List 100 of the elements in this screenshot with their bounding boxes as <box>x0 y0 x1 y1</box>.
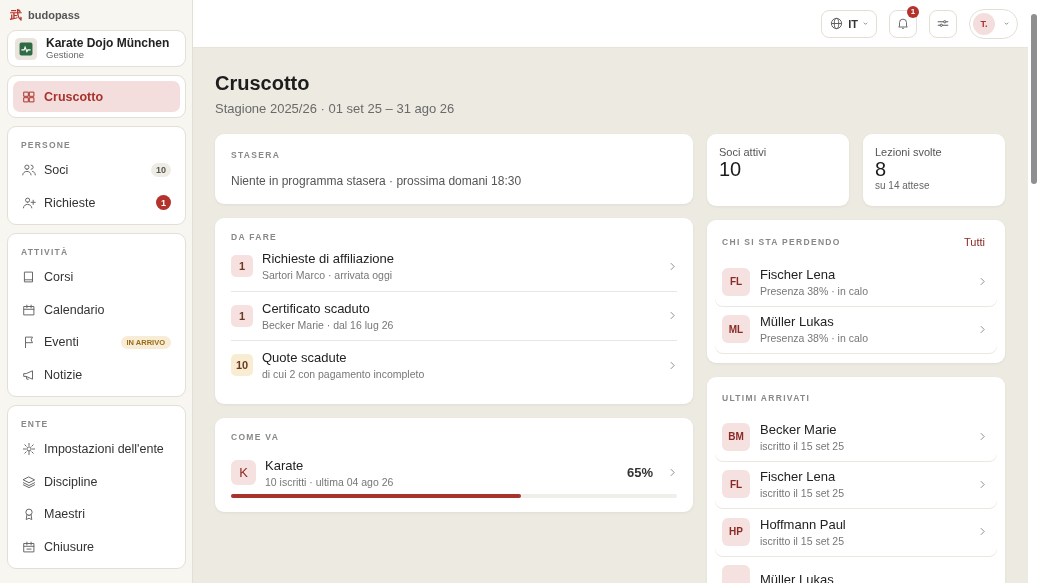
member-initials: HP <box>722 517 750 546</box>
chevron-icon <box>980 432 985 442</box>
card-heading: DA FARE <box>231 232 279 242</box>
chevron-icon <box>670 360 675 370</box>
organization-switcher[interactable]: Karate Dojo München Gestione <box>7 30 186 67</box>
discipline-name: Karate <box>265 457 305 473</box>
brand-name: budopass <box>28 9 80 21</box>
nav-item[interactable]: Impostazioni dell'ente <box>13 433 180 466</box>
member-initials: FL <box>722 267 750 296</box>
todo-item[interactable]: 10 Quote scadute di cui 2 con pagamento incompleto <box>231 341 677 390</box>
count-badge: 1 <box>231 304 253 327</box>
account-menu[interactable]: T. <box>969 8 1018 39</box>
users-icon <box>22 163 36 178</box>
stat-note: su 14 attese <box>875 180 931 191</box>
chevron-icon <box>670 311 675 321</box>
chevron-icon <box>670 261 675 271</box>
todo-detail: Sartori Marco · arrivata oggi <box>262 269 394 282</box>
todo-item[interactable]: 1 Richieste di affiliazione Sartori Marco · arrivata oggi <box>231 242 677 292</box>
chevron-icon <box>670 468 675 477</box>
caret-icon <box>863 21 868 26</box>
stat-value: 10 <box>719 158 743 180</box>
todo-title: Certificato scaduto <box>262 300 371 316</box>
user-plus-icon <box>22 195 36 210</box>
todo-item[interactable]: 1 Certificato scaduto Becker Marie · dal 16 lug 26 <box>231 291 677 341</box>
member-detail: Presenza 38% · in calo <box>760 332 869 345</box>
scrollbar[interactable] <box>1028 0 1040 583</box>
member-name: Becker Marie <box>760 421 838 437</box>
page-subtitle: Stagione 2025/26 · 01 set 25 – 31 ago 26 <box>215 101 456 116</box>
bell-icon <box>896 16 910 31</box>
member-name: Müller Lukas <box>760 571 835 583</box>
count-badge: 10 <box>151 163 171 178</box>
nav-item[interactable]: Cruscotto <box>13 81 180 112</box>
member-name: Müller Lukas <box>760 314 835 330</box>
member-name: Fischer Lena <box>760 266 837 282</box>
megaphone-icon <box>22 367 36 382</box>
calendar-icon <box>22 539 36 554</box>
gear-icon <box>22 442 36 457</box>
logo-mark: 武 <box>10 6 22 24</box>
todo-detail: di cui 2 con pagamento incompleto <box>262 368 426 381</box>
chevron-icon <box>980 324 985 334</box>
tonight-text: Niente in programma stasera · prossima domani 18:30 <box>231 174 523 188</box>
filters-button[interactable] <box>929 9 957 38</box>
card-heading: CHI SI STA PERDENDO <box>722 237 841 247</box>
card-heading: ULTIMI ARRIVATI <box>721 393 812 403</box>
todo-title: Richieste di affiliazione <box>262 251 395 267</box>
caret-icon <box>1004 21 1009 26</box>
member-row[interactable]: BM Becker Marie iscritto il 15 set 25 <box>715 413 997 461</box>
stat-label: Soci attivi <box>719 146 768 158</box>
count-badge: 10 <box>231 354 253 377</box>
page-title: Cruscotto <box>215 72 311 95</box>
nav-item[interactable]: Richieste 1 <box>13 186 180 219</box>
globe-icon <box>830 17 844 30</box>
book-icon <box>22 270 36 285</box>
member-row[interactable]: ML Müller Lukas Presenza 38% · in calo <box>715 305 997 353</box>
nav-item[interactable]: Chiusure <box>13 530 180 563</box>
layers-icon <box>22 474 36 489</box>
nav-item[interactable]: Maestri <box>13 498 180 531</box>
member-initials: BM <box>722 422 750 451</box>
grid-icon <box>22 89 36 104</box>
notifications-button[interactable]: 1 <box>889 9 917 38</box>
card-heading: STASERA <box>231 150 282 160</box>
member-detail: iscritto il 15 set 25 <box>760 487 846 500</box>
chevron-icon <box>980 277 985 287</box>
member-name: Fischer Lena <box>760 469 837 485</box>
dojo-logo-icon <box>14 36 38 61</box>
member-row[interactable]: FL Fischer Lena Presenza 38% · in calo <box>715 258 997 306</box>
avatar: T. <box>973 12 995 35</box>
discipline-initial: K <box>231 460 256 485</box>
member-initials: FL <box>722 470 750 499</box>
nav-section-heading: PERSONE <box>20 139 72 152</box>
nav-item[interactable]: Calendario <box>13 293 180 326</box>
calendar-icon <box>22 302 36 317</box>
nav-item[interactable]: Soci 10 <box>13 154 180 187</box>
todo-detail: Becker Marie · dal 16 lug 26 <box>262 318 395 331</box>
count-badge: 1 <box>156 195 171 211</box>
nav-item[interactable]: Notizie <box>13 358 180 391</box>
language-button[interactable]: IT <box>821 9 877 38</box>
member-row[interactable]: HP Hoffmann Paul iscritto il 15 set 25 <box>715 508 997 556</box>
member-detail: iscritto il 15 set 25 <box>760 439 846 452</box>
member-row[interactable]: Müller Lukas <box>715 555 997 583</box>
stat-label: Lezioni svolte <box>875 146 943 158</box>
percentage: 65% <box>626 465 653 480</box>
member-row[interactable]: FL Fischer Lena iscritto il 15 set 25 <box>715 460 997 508</box>
nav-section-heading: ATTIVITÀ <box>20 246 70 259</box>
view-all-link[interactable]: Tutti <box>964 236 985 248</box>
nav-item[interactable]: Corsi <box>13 261 180 294</box>
chevron-icon <box>980 479 985 489</box>
count-badge: 1 <box>231 255 253 278</box>
award-icon <box>22 507 36 522</box>
nav-item[interactable]: Discipline <box>13 465 180 498</box>
member-detail: iscritto il 15 set 25 <box>760 534 846 547</box>
member-name: Hoffmann Paul <box>760 516 847 532</box>
chevron-icon <box>980 527 985 537</box>
member-initials: ML <box>722 315 750 344</box>
discipline-detail: 10 iscritti · ultima 04 ago 26 <box>265 475 395 488</box>
notification-count: 1 <box>907 5 919 18</box>
card-heading: COME VA <box>231 431 281 442</box>
todo-title: Quote scadute <box>262 350 348 366</box>
organization-name: Karate Dojo München <box>46 37 170 50</box>
flag-icon <box>22 335 36 350</box>
